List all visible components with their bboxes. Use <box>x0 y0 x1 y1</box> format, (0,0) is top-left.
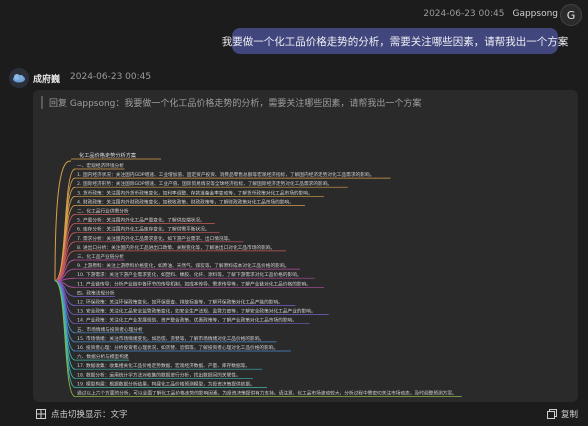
user-message-bubble: 我要做一个化工品价格走势的分析，需要关注哪些因素，请帮我出一个方案 <box>222 28 568 54</box>
bot-message-time: 2024-06-23 00:45 <box>70 72 152 82</box>
mindmap-node: 14. 产业政策：关注化工产业发展规划、资产整合政策、优惠政策等，了解产业政策对… <box>77 317 297 324</box>
mindmap-node: 16. 投资者心理：分析投资者心理状况，如贪婪、恐惧等，了解投资者心理对化工品价… <box>77 344 278 351</box>
mindmap-node: 3. 货币政策：关注国内外货币政策变化，如利率调整、存款准备金率变动等，了解货币… <box>77 189 313 196</box>
mindmap-node: 四、政策法规分析 <box>77 289 115 296</box>
mindmap-node: 6. 库存分析：关注国内外化工品库存变化，了解供需平衡状况。 <box>77 226 210 233</box>
mindmap: 化工品价格走势分析方案一、宏观经济环境分析 1. 国内经济状况：关注国内GDP增速… <box>54 151 462 397</box>
mindmap-node: 二、化工品行业供需分析 <box>77 208 129 215</box>
bot-message-meta: 成府巍 2024-06-23 00:45 <box>33 72 151 85</box>
mindmap-node: 17. 数据收集：收集相关化工品价格走势数据、宏观经济数据、产量、库存数据等。 <box>77 362 250 369</box>
bot-avatar[interactable] <box>9 68 29 88</box>
mindmap-node: 18. 数据分析：运用统计学方法对收集的数据进行分析，找出数据间的关联性。 <box>77 371 241 378</box>
mindmap-node: 8. 进出口分析：关注国内外化工品进出口政策、关税变化等，了解进出口对化工品市场… <box>77 244 275 251</box>
mindmap-root: 化工品价格走势分析方案 <box>79 151 137 159</box>
user-name: Gappsong <box>512 9 558 19</box>
grid-icon <box>36 409 46 419</box>
mindmap-node: 5. 产量分析：关注国内外化工品产量变化，了解供应端状况。 <box>77 217 205 224</box>
copy-button[interactable]: 复制 <box>546 408 578 420</box>
mindmap-node: 4. 财政政策：关注国内外财政政策变化，如税收政策、财政政策等，了解财政政策对化… <box>77 198 294 205</box>
mindmap-node: 19. 模型构建：根据数据分析结果，构建化工品价格预测模型，为投资决策提供依据。 <box>77 380 255 387</box>
mindmap-node: 五、市场情绪与投资者心理分析 <box>77 326 143 333</box>
bot-name: 成府巍 <box>33 75 61 85</box>
mindmap-node: 通过以上六个方面的分析，可以全面了解化工品价格走势的影响因素，为投资决策提供有力… <box>77 390 457 397</box>
mindmap-node: 一、宏观经济环境分析 <box>77 162 124 169</box>
user-avatar[interactable]: G <box>560 4 582 26</box>
mindmap-node: 7. 需求分析：关注国内外化工品需求变化，如下游产业需求、出口情况等。 <box>77 235 233 242</box>
user-message-text: 我要做一个化工品价格走势的分析，需要关注哪些因素，请帮我出一个方案 <box>221 35 569 48</box>
user-avatar-letter: G <box>566 8 576 22</box>
copy-icon <box>546 409 557 419</box>
mindmap-node: 15. 市场情绪：关注市场情绪变化，如恐慌、贪婪等，了解市场情绪对化工品价格的影… <box>77 335 264 342</box>
user-message-meta: 2024-06-23 00:45 Gappsong <box>423 9 558 19</box>
mindmap-branch <box>54 195 76 282</box>
mindmap-node: 12. 环保政策：关注环保政策变化，如环保督查、排放标准等，了解环保政策对化工品… <box>77 299 283 306</box>
copy-label: 复制 <box>560 410 578 420</box>
mindmap-node: 11. 产业链传导：分析产业链中各环节的传导机制，如成本传导、需求传导等，了解产… <box>77 280 311 287</box>
toggle-display-label: 点击切换显示：文字 <box>51 410 128 420</box>
cloud-icon <box>13 74 25 83</box>
user-message-time: 2024-06-23 00:45 <box>423 9 505 19</box>
mindmap-node: 13. 安全政策：关注化工品安全监管政策变化，如安全生产法规、监管力度等，了解安… <box>77 308 316 315</box>
toggle-display-button[interactable]: 点击切换显示：文字 <box>36 408 128 420</box>
mindmap-node: 六、数据分析与模型构建 <box>77 353 129 360</box>
mindmap-node: 三、化工品产业链分析 <box>77 253 124 260</box>
mindmap-node: 10. 下游需求：关注下游产业需求变化，如塑料、橡胶、化纤、涂料等，了解下游需求… <box>77 271 302 278</box>
mindmap-node: 9. 上游原料：关注上游原料价格变化，如原油、天然气、煤炭等，了解原料成本对化工… <box>77 262 289 269</box>
bot-message-card: 回复 Gappsong：我要做一个化工品价格走势的分析，需要关注哪些因素，请帮我… <box>33 90 578 402</box>
mindmap-node: 2. 国际经济形势：关注国际GDP增速、工业产值、国际贸易情况等全球经济指标，了… <box>77 180 332 187</box>
mindmap-node: 1. 国内经济状况：关注国内GDP增速、工业增加值、固定资产投资、消费品零售总额… <box>77 171 374 178</box>
